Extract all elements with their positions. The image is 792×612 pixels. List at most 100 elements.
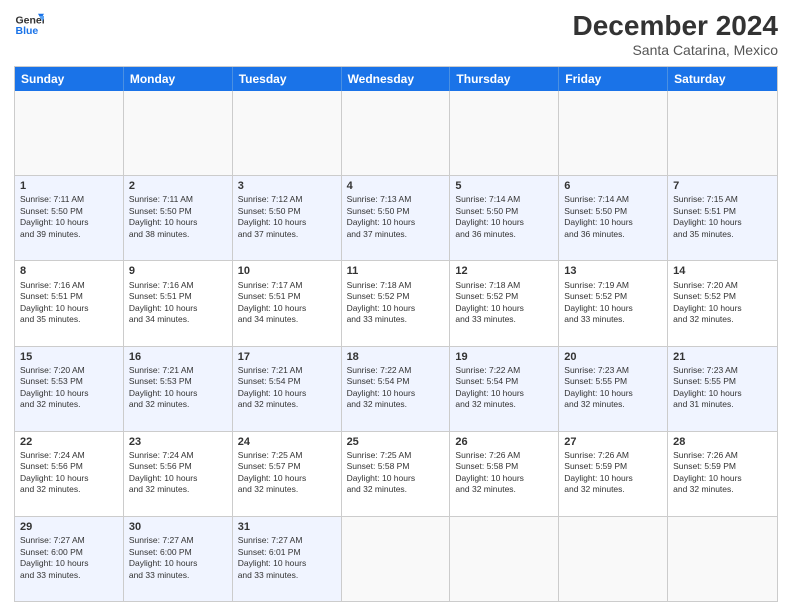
day-info: Sunrise: 7:26 AM Sunset: 5:59 PM Dayligh… — [564, 450, 662, 496]
calendar-cell: 2Sunrise: 7:11 AM Sunset: 5:50 PM Daylig… — [124, 176, 233, 260]
calendar-cell: 7Sunrise: 7:15 AM Sunset: 5:51 PM Daylig… — [668, 176, 777, 260]
day-number: 12 — [455, 264, 553, 278]
day-number: 17 — [238, 350, 336, 364]
calendar-cell: 14 Sunrise: 7:20 AM Sunset: 5:52 PM Dayli… — [668, 261, 777, 345]
day-info: Sunrise: 7:25 AM Sunset: 5:58 PM Dayligh… — [347, 450, 445, 496]
calendar-cell: 4Sunrise: 7:13 AM Sunset: 5:50 PM Daylig… — [342, 176, 451, 260]
day-number: 14 — [673, 264, 772, 278]
calendar-cell — [15, 91, 124, 175]
calendar-cell: 6Sunrise: 7:14 AM Sunset: 5:50 PM Daylig… — [559, 176, 668, 260]
day-info: Sunrise: 7:15 AM Sunset: 5:51 PM Dayligh… — [673, 194, 772, 240]
calendar-cell: 20Sunrise: 7:23 AM Sunset: 5:55 PM Dayli… — [559, 347, 668, 431]
calendar-cell: 28Sunrise: 7:26 AM Sunset: 5:59 PM Dayli… — [668, 432, 777, 516]
day-number: 1 — [20, 179, 118, 193]
header-day-wednesday: Wednesday — [342, 67, 451, 91]
calendar-cell: 12 Sunrise: 7:18 AM Sunset: 5:52 PM Dayli… — [450, 261, 559, 345]
day-info: Sunrise: 7:23 AM Sunset: 5:55 PM Dayligh… — [564, 365, 662, 411]
logo: General Blue — [14, 10, 48, 40]
calendar-cell — [233, 91, 342, 175]
day-info: Sunrise: 7:24 AM Sunset: 5:56 PM Dayligh… — [20, 450, 118, 496]
day-info: Sunrise: 7:23 AM Sunset: 5:55 PM Dayligh… — [673, 365, 772, 411]
calendar-cell — [450, 517, 559, 601]
day-number: 25 — [347, 435, 445, 449]
day-info: Sunrise: 7:26 AM Sunset: 5:59 PM Dayligh… — [673, 450, 772, 496]
day-number: 28 — [673, 435, 772, 449]
day-number: 29 — [20, 520, 118, 534]
calendar-cell: 31Sunrise: 7:27 AM Sunset: 6:01 PM Dayli… — [233, 517, 342, 601]
day-number: 11 — [347, 264, 445, 278]
day-number: 6 — [564, 179, 662, 193]
calendar-cell — [342, 91, 451, 175]
day-number: 22 — [20, 435, 118, 449]
calendar-cell — [450, 91, 559, 175]
calendar-week-3: 15Sunrise: 7:20 AM Sunset: 5:53 PM Dayli… — [15, 347, 777, 432]
day-number: 10 — [238, 264, 336, 278]
day-number: 8 — [20, 264, 118, 278]
header-day-saturday: Saturday — [668, 67, 777, 91]
calendar-cell — [342, 517, 451, 601]
calendar-cell — [668, 91, 777, 175]
day-number: 24 — [238, 435, 336, 449]
header-day-friday: Friday — [559, 67, 668, 91]
calendar-cell: 13 Sunrise: 7:19 AM Sunset: 5:52 PM Dayli… — [559, 261, 668, 345]
calendar-cell: 26Sunrise: 7:26 AM Sunset: 5:58 PM Dayli… — [450, 432, 559, 516]
day-info: Sunrise: 7:18 AM Sunset: 5:52 PM Dayligh… — [455, 280, 553, 326]
day-info: Sunrise: 7:25 AM Sunset: 5:57 PM Dayligh… — [238, 450, 336, 496]
title-area: December 2024 Santa Catarina, Mexico — [573, 10, 778, 58]
calendar-cell: 19Sunrise: 7:22 AM Sunset: 5:54 PM Dayli… — [450, 347, 559, 431]
day-info: Sunrise: 7:27 AM Sunset: 6:01 PM Dayligh… — [238, 535, 336, 581]
day-info: Sunrise: 7:13 AM Sunset: 5:50 PM Dayligh… — [347, 194, 445, 240]
day-info: Sunrise: 7:22 AM Sunset: 5:54 PM Dayligh… — [455, 365, 553, 411]
calendar-cell: 9Sunrise: 7:16 AM Sunset: 5:51 PM Daylig… — [124, 261, 233, 345]
calendar-cell: 5Sunrise: 7:14 AM Sunset: 5:50 PM Daylig… — [450, 176, 559, 260]
month-title: December 2024 — [573, 10, 778, 42]
header-day-tuesday: Tuesday — [233, 67, 342, 91]
day-info: Sunrise: 7:19 AM Sunset: 5:52 PM Dayligh… — [564, 280, 662, 326]
calendar-cell: 18Sunrise: 7:22 AM Sunset: 5:54 PM Dayli… — [342, 347, 451, 431]
day-number: 19 — [455, 350, 553, 364]
day-info: Sunrise: 7:21 AM Sunset: 5:54 PM Dayligh… — [238, 365, 336, 411]
day-number: 13 — [564, 264, 662, 278]
day-info: Sunrise: 7:27 AM Sunset: 6:00 PM Dayligh… — [129, 535, 227, 581]
calendar-cell: 30Sunrise: 7:27 AM Sunset: 6:00 PM Dayli… — [124, 517, 233, 601]
calendar-week-2: 8 Sunrise: 7:16 AM Sunset: 5:51 PM Daylig… — [15, 261, 777, 346]
calendar-cell: 17Sunrise: 7:21 AM Sunset: 5:54 PM Dayli… — [233, 347, 342, 431]
day-number: 5 — [455, 179, 553, 193]
day-number: 23 — [129, 435, 227, 449]
calendar-week-4: 22Sunrise: 7:24 AM Sunset: 5:56 PM Dayli… — [15, 432, 777, 517]
svg-text:Blue: Blue — [16, 25, 39, 37]
calendar-cell — [124, 91, 233, 175]
day-number: 15 — [20, 350, 118, 364]
calendar-cell: 10Sunrise: 7:17 AM Sunset: 5:51 PM Dayli… — [233, 261, 342, 345]
calendar-cell: 29Sunrise: 7:27 AM Sunset: 6:00 PM Dayli… — [15, 517, 124, 601]
day-info: Sunrise: 7:12 AM Sunset: 5:50 PM Dayligh… — [238, 194, 336, 240]
logo-icon: General Blue — [14, 10, 44, 40]
day-info: Sunrise: 7:20 AM Sunset: 5:52 PM Dayligh… — [673, 280, 772, 326]
calendar-cell: 1Sunrise: 7:11 AM Sunset: 5:50 PM Daylig… — [15, 176, 124, 260]
calendar-cell: 27Sunrise: 7:26 AM Sunset: 5:59 PM Dayli… — [559, 432, 668, 516]
calendar-week-1: 1 Sunrise: 7:11 AM Sunset: 5:50 PM Daylig… — [15, 176, 777, 261]
day-info: Sunrise: 7:14 AM Sunset: 5:50 PM Dayligh… — [564, 194, 662, 240]
calendar-cell: 16Sunrise: 7:21 AM Sunset: 5:53 PM Dayli… — [124, 347, 233, 431]
calendar-cell: 15Sunrise: 7:20 AM Sunset: 5:53 PM Dayli… — [15, 347, 124, 431]
day-number: 2 — [129, 179, 227, 193]
calendar-body: 1 Sunrise: 7:11 AM Sunset: 5:50 PM Daylig… — [15, 91, 777, 601]
page-container: General Blue December 2024 Santa Catarin… — [0, 0, 792, 612]
day-number: 18 — [347, 350, 445, 364]
header-day-monday: Monday — [124, 67, 233, 91]
calendar-week-0 — [15, 91, 777, 176]
day-number: 4 — [347, 179, 445, 193]
day-info: Sunrise: 7:20 AM Sunset: 5:53 PM Dayligh… — [20, 365, 118, 411]
day-info: Sunrise: 7:21 AM Sunset: 5:53 PM Dayligh… — [129, 365, 227, 411]
day-number: 7 — [673, 179, 772, 193]
header: General Blue December 2024 Santa Catarin… — [14, 10, 778, 58]
day-number: 27 — [564, 435, 662, 449]
calendar: SundayMondayTuesdayWednesdayThursdayFrid… — [14, 66, 778, 602]
calendar-cell: 25Sunrise: 7:25 AM Sunset: 5:58 PM Dayli… — [342, 432, 451, 516]
calendar-cell: 3Sunrise: 7:12 AM Sunset: 5:50 PM Daylig… — [233, 176, 342, 260]
day-info: Sunrise: 7:16 AM Sunset: 5:51 PM Dayligh… — [129, 280, 227, 326]
subtitle: Santa Catarina, Mexico — [573, 42, 778, 58]
day-info: Sunrise: 7:11 AM Sunset: 5:50 PM Dayligh… — [129, 194, 227, 240]
calendar-cell: 23Sunrise: 7:24 AM Sunset: 5:56 PM Dayli… — [124, 432, 233, 516]
day-info: Sunrise: 7:14 AM Sunset: 5:50 PM Dayligh… — [455, 194, 553, 240]
